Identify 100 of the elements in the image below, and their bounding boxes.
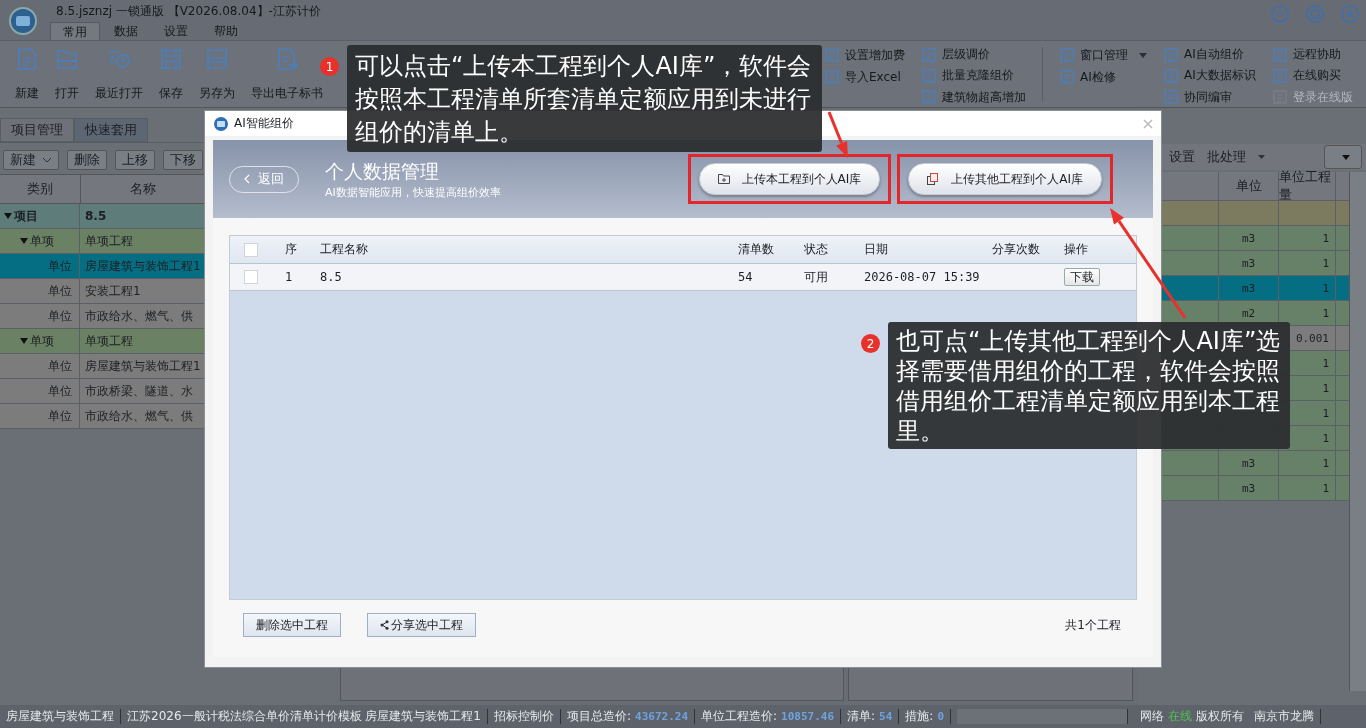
table-cell: 1 [1322, 356, 1329, 370]
copy-icon [927, 173, 940, 185]
list-icon [1271, 46, 1288, 63]
table-cell: 2026-08-07 15:39 [864, 270, 980, 284]
tree-label: 单位 [48, 282, 72, 300]
toolbar-button[interactable]: 导入Excel [822, 67, 907, 87]
toolbar-button[interactable]: 远程协助 [1269, 45, 1355, 65]
page-subheading: AI数据智能应用，快速提高组价效率 [325, 184, 501, 200]
toolbar-button[interactable]: 层级调价 [919, 45, 1028, 65]
table-cell: 0.001 [1295, 331, 1329, 345]
toolbar-button[interactable]: 设置 [1165, 148, 1199, 166]
tree-label: 单项 [30, 232, 54, 250]
toolbar-button[interactable]: AI大数据标识 [1161, 66, 1258, 86]
page-heading: 个人数据管理 [325, 158, 440, 184]
list-icon [921, 46, 937, 63]
column-header: 清单数 [738, 241, 774, 258]
callout-text: 可以点击“上传本工程到个人AI库”，软件会按照本工程清单所套清单定额应用到未进行组价的清单上。 [347, 45, 822, 152]
toolbar-button[interactable]: 批处理 [1203, 148, 1269, 166]
folder-plus-icon [717, 174, 730, 184]
table-cell: m3 [1241, 281, 1256, 295]
action-button[interactable]: 上传本工程到个人AI库 [698, 163, 881, 195]
table-cell: 1 [1322, 306, 1329, 320]
tray-icon [205, 47, 229, 71]
vertical-scrollbar[interactable] [1349, 172, 1366, 691]
list-icon [1059, 69, 1075, 85]
tree-label: 单位 [48, 382, 72, 400]
table-cell: 房屋建筑与装饰工程1 [85, 357, 201, 375]
list-icon [1163, 89, 1179, 106]
table-cell: 可用 [804, 268, 828, 286]
list-icon [1163, 46, 1179, 63]
toolbar-button[interactable]: 删除 [67, 150, 107, 170]
ribbon-tab[interactable]: 常用 [50, 22, 100, 40]
list-icon [1271, 68, 1288, 84]
footer-button[interactable]: 删除选中工程 [243, 613, 341, 637]
toolbar-button[interactable]: AI检修 [1057, 67, 1149, 87]
status-value: 43672.24 [635, 710, 689, 723]
table-cell: 1 [1322, 231, 1329, 245]
table-cell: 8.5 [85, 209, 107, 223]
table-cell: 1 [1322, 281, 1329, 295]
table-cell: 房屋建筑与装饰工程1 [85, 257, 201, 275]
panel-tab[interactable]: 快速套用 [74, 118, 148, 142]
status-label: 网络 [1140, 708, 1165, 725]
dialog-title: AI智能组价 [234, 115, 294, 132]
status-label: 单位工程造价: [701, 708, 778, 725]
table-cell: 1 [1322, 481, 1329, 495]
footer-button[interactable]: 分享选中工程 [367, 613, 476, 637]
checkbox[interactable] [244, 242, 258, 257]
toolbar-button[interactable]: 保存 [152, 41, 190, 107]
table-cell: 54 [738, 270, 753, 284]
checkbox[interactable] [244, 270, 258, 284]
document-icon [15, 47, 39, 71]
toolbar-button[interactable]: 打开 [48, 41, 86, 107]
toolbar-button[interactable]: 设置增加费 [822, 45, 907, 65]
ribbon-tab[interactable]: 数据 [102, 22, 150, 40]
ribbon-tab[interactable]: 帮助 [202, 22, 250, 40]
triangle-down-icon [20, 338, 28, 344]
chevron-down-icon [42, 157, 52, 163]
table-cell: 单项工程 [85, 232, 133, 250]
toolbar-button[interactable]: 批量克隆组价 [919, 66, 1028, 86]
dropdown-button[interactable] [1324, 145, 1362, 169]
toolbar-button[interactable]: 上移 [115, 150, 155, 170]
download-button[interactable]: 下载 [1064, 268, 1100, 286]
folder-icon [55, 47, 79, 71]
table-cell: 1 [1322, 256, 1329, 270]
minimize-icon [1270, 4, 1290, 24]
triangle-down-icon [4, 213, 12, 219]
panel-tab[interactable]: 项目管理 [0, 118, 74, 142]
callout-text: 也可点“上传其他工程到个人AI库”选择需要借用组价的工程，软件会按照借用组价工程清单定额应用到本工程里。 [888, 322, 1290, 449]
status-label: 措施: [905, 708, 934, 725]
column-header: 类别 [0, 175, 81, 203]
toolbar-button[interactable]: 协同编审 [1161, 87, 1258, 107]
window-title: 8.5.jsznzj 一锁通版 【V2026.08.04】-江苏计价 [55, 3, 321, 20]
table-cell: 1 [1322, 381, 1329, 395]
list-icon [921, 68, 937, 84]
toolbar-button[interactable]: 新建 [8, 41, 46, 107]
status-label: 清单: [847, 708, 876, 725]
app-logo-icon [213, 115, 229, 132]
toolbar-button[interactable]: 另存为 [192, 41, 242, 107]
status-label: 江苏2026一般计税法综合单价清单计价模板 房屋建筑与装饰工程1 [127, 708, 481, 725]
toolbar-button[interactable]: 新建 [3, 150, 59, 170]
toolbar-button[interactable]: 最近打开 [88, 41, 150, 107]
toolbar-button[interactable]: AI自动组价 [1161, 45, 1258, 65]
tree-label: 单位 [48, 257, 72, 275]
triangle-down-icon [20, 238, 28, 244]
toolbar-button[interactable]: 下移 [163, 150, 203, 170]
status-label: 南京市龙腾 [1254, 708, 1315, 725]
ribbon-tab[interactable]: 设置 [152, 22, 200, 40]
column-header: 分享次数 [992, 241, 1040, 258]
toolbar-button[interactable]: 建筑物超高增加 [919, 87, 1028, 107]
network-status: 在线 [1168, 708, 1193, 725]
table-cell: 1 [1322, 406, 1329, 420]
toolbar-button[interactable]: 窗口管理 [1057, 45, 1149, 65]
caret-icon [1258, 155, 1265, 159]
action-button[interactable]: 上传其他工程到个人AI库 [908, 163, 1102, 195]
status-value: 54 [879, 710, 893, 723]
table-cell: m2 [1241, 306, 1256, 320]
list-icon [921, 89, 937, 106]
toolbar-button[interactable]: 在线购买 [1269, 66, 1355, 86]
table-cell: 市政给水、燃气、供 [85, 407, 193, 425]
column-header: 状态 [804, 241, 828, 258]
